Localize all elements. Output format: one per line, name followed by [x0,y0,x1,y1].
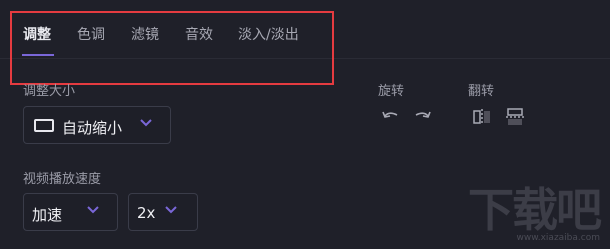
watermark-logo-text: 下载吧 [468,183,602,237]
speed-label: 视频播放速度 [23,172,102,187]
speed-mode-select[interactable]: 加速 [23,193,118,231]
chevron-down-icon [87,206,99,214]
annotation-highlight-box [10,11,334,85]
rotate-label: 旋转 [378,84,405,99]
speed-rate-value: 2x [137,204,156,222]
rotate-left-icon[interactable] [380,107,402,127]
chevron-down-icon [140,119,152,127]
flip-label: 翻转 [468,84,495,99]
resize-select-value: 自动缩小 [62,119,123,137]
flip-horizontal-icon[interactable] [471,107,493,127]
speed-rate-select[interactable]: 2x [128,193,198,231]
watermark: 下载吧 www.xiazaiba.com [468,183,602,243]
resize-select[interactable]: 自动缩小 [23,106,171,144]
chevron-down-icon [165,206,177,214]
rotate-right-icon[interactable] [411,107,433,127]
aspect-ratio-icon [34,119,54,132]
flip-vertical-icon[interactable] [504,107,526,127]
resize-label: 调整大小 [23,84,76,99]
speed-mode-value: 加速 [32,206,63,224]
